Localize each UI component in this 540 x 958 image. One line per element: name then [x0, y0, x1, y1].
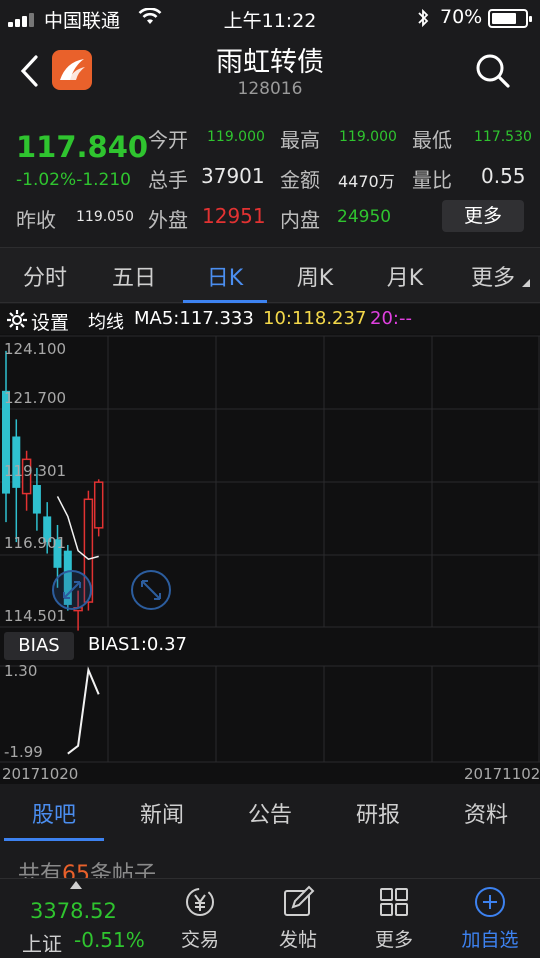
high-label: 最高 [280, 128, 320, 152]
y-axis-label: 124.100 [4, 340, 67, 358]
trade-label: 交易 [180, 929, 219, 951]
tab-monthly-k[interactable]: 月K [360, 260, 450, 292]
current-price: 117.840 [16, 130, 149, 164]
candle-body [93, 481, 104, 529]
page-title: 雨虹转债 [216, 47, 324, 78]
add-watchlist-button[interactable]: 加自选 [450, 885, 530, 952]
tab-daily-k[interactable]: 日K [180, 260, 270, 292]
bias1-line [67, 666, 100, 755]
prev-close-label: 昨收 [16, 208, 56, 232]
compose-icon [284, 885, 315, 916]
trade-button[interactable]: 交易 [160, 885, 240, 952]
bias-axis-label: -1.99 [4, 743, 43, 761]
expand-button [131, 570, 171, 610]
posts-header: 共有65条帖子 [0, 842, 540, 878]
quote-panel: 117.840 -1.02% -1.210 昨收 119.050 今开 119.… [0, 106, 540, 246]
inner-value: 24950 [337, 207, 392, 227]
add-circle-icon [475, 887, 505, 917]
more-label: 更多 [374, 929, 413, 951]
tab-announcements[interactable]: 公告 [216, 797, 324, 829]
bottom-bar: 3378.52 上证 -0.51% 交易 发帖 更多 加自选 [0, 878, 540, 958]
post-button[interactable]: 发帖 [258, 885, 338, 952]
prev-close-value: 119.050 [76, 209, 134, 225]
change-percent: -1.02% [16, 170, 77, 190]
info-tabs: 股吧 新闻 公告 研报 资料 [0, 787, 540, 841]
y-axis-label: 121.700 [4, 389, 67, 407]
open-value: 119.000 [207, 129, 265, 145]
tab-research[interactable]: 研报 [324, 797, 432, 829]
gear-icon[interactable] [6, 309, 28, 331]
y-axis-label: 119.301 [4, 462, 67, 480]
vol-ratio-label: 量比 [412, 168, 452, 192]
tab-news[interactable]: 新闻 [108, 797, 216, 829]
status-bar: 中国联通 上午11:22 70% [0, 0, 540, 36]
tab-forum[interactable]: 股吧 [0, 797, 108, 829]
tab-intraday[interactable]: 分时 [0, 260, 90, 292]
expand-up-icon[interactable] [70, 881, 82, 889]
index-change[interactable]: -0.51% [74, 928, 145, 952]
volume-label: 总手 [148, 168, 188, 192]
trade-icon [186, 888, 214, 916]
outer-label: 外盘 [148, 208, 188, 232]
header: 雨虹转债 128016 [0, 36, 540, 106]
date-start: 20171020 [2, 765, 79, 783]
bluetooth-icon [418, 8, 429, 28]
zoom-in-button [52, 570, 92, 610]
kline-chart[interactable] [0, 304, 540, 784]
corner-triangle-icon [522, 279, 530, 287]
period-tabs: 分时 五日 日K 周K 月K 更多 [0, 247, 540, 303]
more-button[interactable]: 更多 [442, 200, 524, 232]
grid-icon [380, 888, 408, 916]
kline-chart-panel: 设置 均线 MA5:117.333 10:118.237 20:-- 124.1… [0, 304, 540, 784]
inner-label: 内盘 [280, 208, 320, 232]
low-value: 117.530 [474, 129, 532, 145]
bias-axis-label: 1.30 [4, 662, 38, 680]
bias1-value: BIAS1:0.37 [88, 634, 187, 655]
low-label: 最低 [412, 128, 452, 152]
outer-value: 12951 [202, 204, 266, 228]
tab-profile[interactable]: 资料 [432, 797, 540, 829]
active-tab-indicator [183, 300, 267, 303]
ma10-value: 10:118.237 [263, 308, 367, 329]
add-watchlist-label: 加自选 [461, 929, 519, 951]
y-axis-label: 116.901 [4, 534, 67, 552]
date-end: 20171102 [464, 765, 540, 783]
vol-ratio-value: 0.55 [481, 164, 526, 188]
index-name[interactable]: 上证 [22, 928, 62, 957]
index-value[interactable]: 3378.52 [30, 899, 117, 923]
tab-weekly-k[interactable]: 周K [270, 260, 360, 292]
more-menu-button[interactable]: 更多 [354, 885, 434, 952]
ma5-value: MA5:117.333 [134, 308, 254, 329]
active-subtab-indicator [4, 838, 104, 841]
tab-more[interactable]: 更多 [448, 260, 538, 292]
post-label: 发帖 [278, 929, 317, 951]
battery-icon [488, 9, 532, 28]
ma-label: 均线 [88, 312, 124, 333]
change-amount: -1.210 [76, 170, 131, 190]
volume-value: 37901 [201, 164, 265, 188]
amount-value: 4470万 [338, 172, 395, 191]
amount-label: 金额 [280, 168, 320, 192]
battery-percent: 70% [440, 6, 483, 28]
search-icon[interactable] [474, 52, 512, 90]
y-axis-label: 114.501 [4, 607, 67, 625]
high-value: 119.000 [339, 129, 397, 145]
candle-body [32, 485, 41, 514]
open-label: 今开 [148, 128, 188, 152]
ma20-value: 20:-- [370, 308, 412, 329]
bias-indicator-button[interactable]: BIAS [4, 632, 74, 660]
settings-button[interactable]: 设置 [31, 308, 69, 335]
tab-five-day[interactable]: 五日 [89, 260, 179, 292]
stock-code: 128016 [237, 79, 303, 99]
posts-count-text: 共有65条帖子 [18, 862, 157, 878]
